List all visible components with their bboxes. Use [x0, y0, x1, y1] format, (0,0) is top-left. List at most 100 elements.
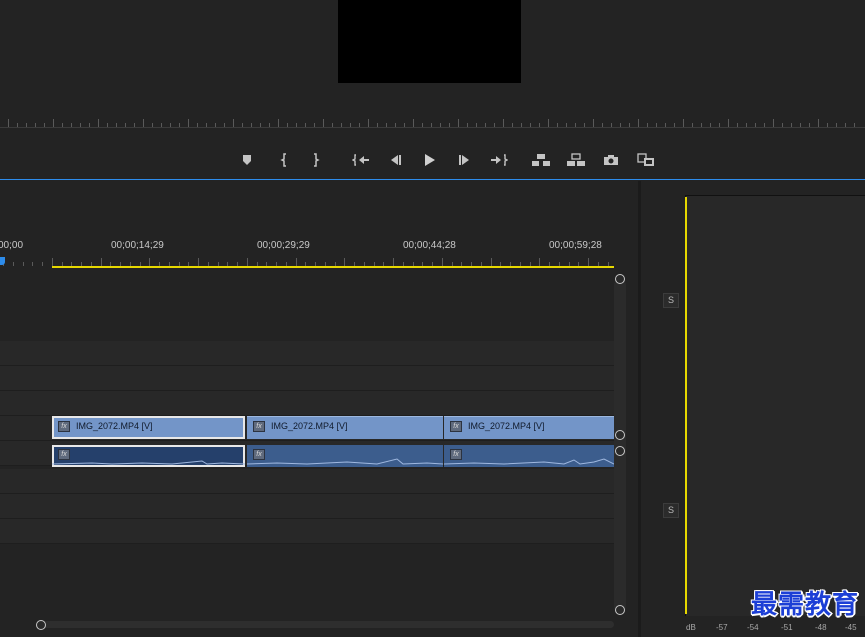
- audio-waveform: [247, 458, 443, 465]
- ruler-tick: [728, 119, 729, 127]
- go-to-in-button[interactable]: [349, 149, 373, 171]
- scroll-handle-middle[interactable]: [615, 430, 625, 440]
- play-button[interactable]: [418, 149, 442, 171]
- ruler-tick: [413, 119, 414, 127]
- audio-waveform: [444, 458, 614, 465]
- ruler-tick: [431, 123, 432, 127]
- timeline-ruler[interactable]: [0, 258, 614, 266]
- ruler-tick: [440, 123, 441, 127]
- ruler-tick: [341, 123, 342, 127]
- mark-in-button[interactable]: [272, 149, 296, 171]
- ruler-tick: [89, 123, 90, 127]
- db-tick-label: -51: [781, 623, 793, 632]
- ruler-tick: [393, 258, 394, 266]
- add-marker-button[interactable]: [235, 149, 259, 171]
- step-forward-button[interactable]: [453, 149, 477, 171]
- ruler-tick: [737, 123, 738, 127]
- playhead[interactable]: [0, 257, 5, 265]
- ruler-tick: [32, 262, 33, 266]
- ruler-tick: [854, 123, 855, 127]
- ruler-tick: [710, 123, 711, 127]
- ruler-tick: [512, 123, 513, 127]
- video-clip[interactable]: fx IMG_2072.MP4 [V]: [444, 416, 614, 439]
- solo-button[interactable]: S: [663, 293, 679, 308]
- ruler-tick: [260, 123, 261, 127]
- video-track-v3[interactable]: [0, 341, 614, 366]
- video-track-v1[interactable]: [0, 391, 614, 416]
- video-clip[interactable]: fx IMG_2072.MP4 [V]: [52, 416, 245, 439]
- work-area-bar[interactable]: [52, 266, 614, 268]
- extract-icon: [567, 153, 585, 166]
- timeline-panel: 00;00 00;00;14;29 00;00;29;29 00;00;44;2…: [0, 181, 638, 637]
- ruler-tick: [764, 123, 765, 127]
- compare-icon: [637, 153, 654, 166]
- ruler-tick: [575, 123, 576, 127]
- ruler-tick: [242, 123, 243, 127]
- go-to-out-button[interactable]: [487, 149, 511, 171]
- ruler-tick: [701, 123, 702, 127]
- horizontal-scrollbar[interactable]: [40, 621, 614, 628]
- ruler-tick: [791, 123, 792, 127]
- ruler-tick: [386, 123, 387, 127]
- scroll-handle-top[interactable]: [615, 274, 625, 284]
- video-track-v2[interactable]: [0, 366, 614, 391]
- ruler-tick: [62, 123, 63, 127]
- extract-button[interactable]: [564, 149, 588, 171]
- audio-clip[interactable]: fx: [444, 445, 614, 467]
- audio-track-a4[interactable]: [0, 494, 614, 519]
- mark-out-button[interactable]: [304, 149, 328, 171]
- step-back-button[interactable]: [383, 149, 407, 171]
- panel-focus-line: [0, 179, 865, 180]
- ruler-tick: [494, 123, 495, 127]
- ruler-tick: [179, 123, 180, 127]
- ruler-tick: [116, 123, 117, 127]
- ruler-tick: [629, 123, 630, 127]
- audio-track-a3[interactable]: [0, 469, 614, 494]
- video-clip[interactable]: fx IMG_2072.MP4 [V]: [247, 416, 443, 439]
- ruler-baseline: [0, 127, 865, 128]
- mark-out-icon: [314, 153, 320, 167]
- audio-clip[interactable]: fx: [247, 445, 443, 467]
- ruler-tick: [521, 123, 522, 127]
- ruler-tick: [125, 123, 126, 127]
- camera-icon: [604, 155, 618, 165]
- ruler-tick: [746, 123, 747, 127]
- ruler-tick: [491, 258, 492, 266]
- ruler-tick: [719, 123, 720, 127]
- audio-track-a5[interactable]: [0, 519, 614, 544]
- video-preview-frame[interactable]: [338, 0, 521, 83]
- solo-button[interactable]: S: [663, 503, 679, 518]
- ruler-tick: [287, 123, 288, 127]
- export-frame-button[interactable]: [599, 149, 623, 171]
- scroll-handle-audio-top[interactable]: [615, 446, 625, 456]
- ruler-tick: [800, 123, 801, 127]
- ruler-tick: [251, 123, 252, 127]
- scroll-handle-bottom[interactable]: [615, 605, 625, 615]
- ruler-tick: [247, 258, 248, 266]
- ruler-tick: [323, 119, 324, 127]
- ruler-tick: [350, 123, 351, 127]
- comparison-view-button[interactable]: [634, 149, 658, 171]
- audio-waveform: [52, 460, 245, 465]
- ruler-tick: [809, 123, 810, 127]
- timecode-label: 00;00;14;29: [111, 240, 164, 251]
- fx-badge-icon: fx: [450, 421, 462, 432]
- lift-button[interactable]: [529, 149, 553, 171]
- ruler-tick: [566, 123, 567, 127]
- db-tick-label: -57: [716, 623, 728, 632]
- audio-meter-panel: S S dB -57 -54 -51 -48 -45: [641, 181, 865, 637]
- ruler-tick: [638, 119, 639, 127]
- ruler-tick: [344, 258, 345, 266]
- zoom-handle-left[interactable]: [36, 620, 46, 630]
- ruler-tick: [656, 123, 657, 127]
- monitor-time-ruler[interactable]: [0, 115, 865, 131]
- step-back-icon: [391, 155, 401, 165]
- ruler-tick: [13, 262, 14, 266]
- audio-clip[interactable]: fx: [52, 445, 245, 467]
- ruler-tick: [233, 119, 234, 127]
- ruler-tick: [539, 258, 540, 266]
- ruler-tick: [620, 123, 621, 127]
- ruler-tick: [692, 123, 693, 127]
- lift-icon: [532, 154, 550, 166]
- ruler-tick: [53, 119, 54, 127]
